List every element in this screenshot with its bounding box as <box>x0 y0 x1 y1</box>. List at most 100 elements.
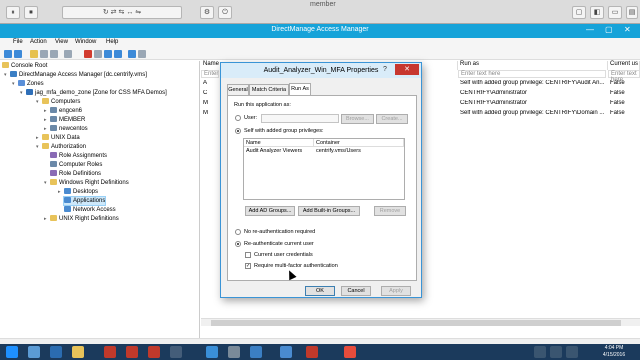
horizontal-scrollbar[interactable] <box>201 318 640 326</box>
tree-node-access-manager[interactable]: ▾ DirectManage Access Manager [dc.centrif… <box>4 71 147 79</box>
tree-node-console-root[interactable]: Console Root <box>2 62 47 70</box>
tree-node-role-assignments[interactable]: Role Assignments <box>50 152 107 160</box>
network-tool-icon[interactable] <box>206 346 218 358</box>
view-split-button[interactable]: ◧ <box>590 6 604 19</box>
apply-button[interactable]: Apply <box>381 286 411 296</box>
explorer-icon[interactable] <box>72 346 84 358</box>
add-ad-groups-button[interactable]: Add AD Groups... <box>245 206 295 216</box>
self-group-radio[interactable] <box>235 128 241 134</box>
centrify-audit-icon[interactable] <box>126 346 138 358</box>
menu-action[interactable]: Action <box>30 39 47 45</box>
show-tree-icon[interactable] <box>40 50 48 58</box>
column-header-current[interactable]: Current us <box>608 61 640 70</box>
view-window-button[interactable]: ▭ <box>608 6 622 19</box>
vm-tools-button[interactable]: ↻ ⇄ ⇆ ↔ ⇋ <box>62 6 182 19</box>
dialog-close-button[interactable]: ✕ <box>395 64 419 75</box>
view-full-button[interactable]: ▤ <box>626 6 638 19</box>
settings-button[interactable]: ⚙ <box>200 6 214 19</box>
menu-window[interactable]: Window <box>75 39 96 45</box>
folder-up-icon[interactable] <box>30 50 38 58</box>
list-view-icon[interactable] <box>50 50 58 58</box>
back-icon[interactable] <box>4 50 12 58</box>
tree-node-role-definitions[interactable]: Role Definitions <box>50 170 101 178</box>
scrollbar-thumb[interactable] <box>211 320 621 326</box>
column-header-run-as[interactable]: Run as <box>458 61 608 70</box>
gpmc-icon[interactable] <box>228 346 240 358</box>
filter-current-input[interactable]: Enter text here <box>608 70 640 83</box>
help-icon[interactable] <box>128 50 136 58</box>
tree-node-unix-rights[interactable]: ▸ UNIX Right Definitions <box>44 215 119 223</box>
centrify-access-icon[interactable] <box>148 346 160 358</box>
cancel-button[interactable]: Cancel <box>341 286 371 296</box>
user-radio[interactable] <box>235 115 241 121</box>
export-icon[interactable] <box>114 50 122 58</box>
menu-view[interactable]: View <box>55 39 68 45</box>
refresh-icon[interactable] <box>104 50 112 58</box>
current-creds-checkbox[interactable] <box>245 252 251 258</box>
mmc-app-icon[interactable] <box>280 346 292 358</box>
server-manager-icon[interactable] <box>28 346 40 358</box>
powershell-icon[interactable] <box>50 346 62 358</box>
tree-node-zones[interactable]: ▾ Zones <box>12 80 44 88</box>
tab-match-criteria[interactable]: Match Criteria <box>249 84 289 95</box>
stop-button[interactable]: ⏹ <box>24 6 38 19</box>
folder-icon <box>42 143 49 149</box>
add-builtin-groups-button[interactable]: Add Built-in Groups... <box>298 206 360 216</box>
remove-button[interactable]: Remove <box>374 206 406 216</box>
tree-node-zone[interactable]: ▾ jag_mfa_demo_zone [Zone for CSS MFA Dem… <box>20 89 167 97</box>
properties-icon[interactable] <box>94 50 102 58</box>
delete-icon[interactable] <box>84 50 92 58</box>
mmc-toolbar <box>0 48 640 60</box>
maximize-button[interactable]: ▢ <box>605 25 613 34</box>
tray-flag-icon[interactable] <box>566 346 578 358</box>
tree-node-computers[interactable]: ▾ Computers <box>36 98 80 106</box>
tree-node-newcentos[interactable]: ▸ newcentos <box>44 125 88 133</box>
user-field[interactable] <box>261 114 339 123</box>
audit-app-icon[interactable] <box>306 346 318 358</box>
pause-button[interactable]: ⏸ <box>6 6 20 19</box>
minimize-button[interactable]: — <box>586 25 594 34</box>
tray-volume-icon[interactable] <box>550 346 562 358</box>
tree-node-engcen6[interactable]: ▸ engcen6 <box>44 107 82 115</box>
filter-run-as-input[interactable]: Enter text here <box>458 70 606 78</box>
start-icon[interactable] <box>6 346 18 358</box>
browse-button[interactable]: Browse... <box>341 114 374 124</box>
grid-header-name[interactable]: Name <box>244 139 314 147</box>
tree-node-authorization[interactable]: ▾ Authorization <box>36 143 86 151</box>
menu-help[interactable]: Help <box>106 39 118 45</box>
ok-button[interactable]: OK <box>305 286 335 296</box>
view-single-button[interactable]: ▢ <box>572 6 586 19</box>
filter-name-input[interactable]: Enter <box>201 70 219 78</box>
tree-node-network-access[interactable]: Network Access <box>64 206 116 214</box>
tray-network-icon[interactable] <box>534 346 546 358</box>
tree-node-member[interactable]: ▸ MEMBER <box>44 116 85 124</box>
grid-header-container[interactable]: Container <box>314 139 404 147</box>
copy-icon[interactable] <box>64 50 72 58</box>
dialog-help-button[interactable]: ? <box>379 65 391 75</box>
menu-file[interactable]: File <box>13 39 23 45</box>
row-run-as: CENTRIFY\Administrator <box>460 90 528 96</box>
grid-cell-container[interactable]: centrify.vms/Users <box>316 148 361 154</box>
create-button[interactable]: Create... <box>376 114 408 124</box>
grid-cell-name[interactable]: Audit Analyzer Viewers <box>246 148 302 154</box>
tree-node-unix-data[interactable]: ▸ UNIX Data <box>36 134 80 142</box>
taskbar-clock[interactable]: 4:04 PM 4/15/2016 <box>594 345 634 359</box>
no-reauth-radio[interactable] <box>235 229 241 235</box>
power-button[interactable]: ⏻ <box>218 6 232 19</box>
tree-node-desktops[interactable]: ▸ Desktops <box>58 188 98 196</box>
tree-node-computer-roles[interactable]: Computer Roles <box>50 161 102 169</box>
folder-icon <box>50 215 57 221</box>
tab-general[interactable]: General <box>227 84 249 95</box>
centrify-icon[interactable] <box>104 346 116 358</box>
require-mfa-checkbox[interactable]: ✓ <box>245 263 251 269</box>
console-icon[interactable] <box>138 50 146 58</box>
chrome-icon[interactable] <box>344 346 356 358</box>
reauth-radio[interactable] <box>235 241 241 247</box>
close-button[interactable]: ✕ <box>624 25 631 34</box>
mmc-taskbar-icon[interactable] <box>170 346 182 358</box>
tab-run-as[interactable]: Run As <box>289 83 311 95</box>
tree-node-applications[interactable]: Applications <box>62 196 107 206</box>
dns-icon[interactable] <box>250 346 262 358</box>
tree-node-windows-rights[interactable]: ▾ Windows Right Definitions <box>44 179 129 187</box>
forward-icon[interactable] <box>14 50 22 58</box>
